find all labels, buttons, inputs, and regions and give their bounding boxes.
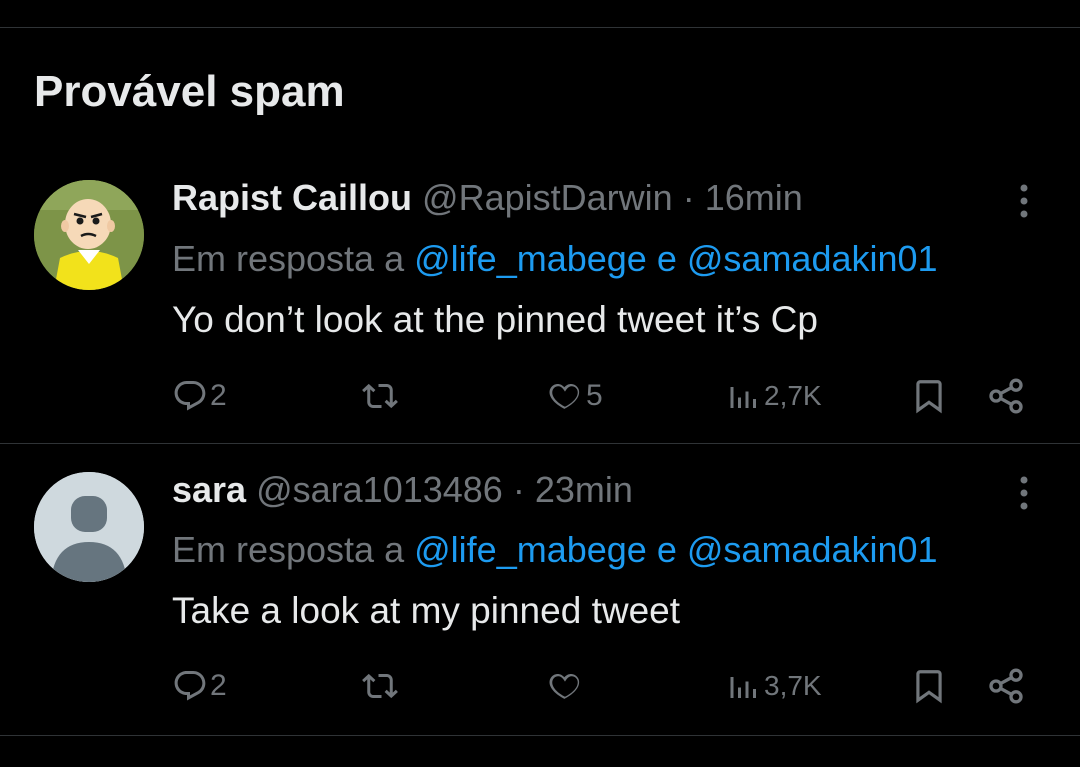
reply-button[interactable]: 2: [172, 664, 227, 708]
views-chart-icon: [730, 677, 756, 698]
reply-count: 2: [210, 379, 227, 412]
bottom-divider: [0, 735, 1080, 736]
reply-conjunction: e: [656, 529, 677, 570]
user-handle[interactable]: @sara1013486: [256, 469, 503, 510]
share-icon: [989, 668, 1023, 704]
share-button[interactable]: [986, 374, 1026, 418]
views-count: 3,7K: [764, 670, 822, 701]
reply-button[interactable]: 2: [172, 374, 227, 418]
retweet-button[interactable]: [360, 664, 402, 708]
like-button[interactable]: [546, 664, 586, 708]
share-button[interactable]: [986, 664, 1026, 708]
tweet-text: Take a look at my pinned tweet: [172, 590, 681, 631]
views-button[interactable]: 2,7K: [726, 374, 822, 418]
section-title: Provável spam: [34, 67, 345, 116]
mention-link[interactable]: @life_mabege: [414, 529, 647, 570]
default-avatar-icon: [34, 472, 144, 582]
retweet-icon: [362, 383, 398, 409]
cartoon-avatar-icon: [34, 180, 144, 290]
more-options-button[interactable]: [1010, 182, 1038, 222]
retweet-button[interactable]: [360, 374, 402, 418]
reply-prefix: Em resposta a: [172, 529, 405, 570]
heart-icon: [549, 383, 580, 410]
views-count: 2,7K: [764, 380, 822, 411]
bookmark-button[interactable]: [910, 374, 948, 418]
reply-context: Em resposta a @life_mabege e @samadakin0…: [172, 237, 938, 281]
views-button[interactable]: 3,7K: [726, 664, 822, 708]
separator-dot: ·: [512, 469, 525, 510]
display-name[interactable]: sara: [172, 469, 246, 510]
like-count: 5: [586, 379, 603, 412]
bookmark-button[interactable]: [910, 664, 948, 708]
more-options-button[interactable]: [1010, 474, 1038, 514]
retweet-icon: [362, 673, 398, 699]
more-vertical-icon: [1020, 184, 1028, 218]
reply-conjunction: e: [656, 238, 677, 279]
reply-count: 2: [210, 669, 227, 702]
tweet-text: Yo don’t look at the pinned tweet it’s C…: [172, 299, 818, 340]
separator-dot: ·: [682, 177, 695, 218]
views-chart-icon: [730, 387, 756, 408]
timestamp[interactable]: 23min: [535, 469, 633, 510]
mention-link[interactable]: @samadakin01: [687, 529, 938, 570]
display-name[interactable]: Rapist Caillou: [172, 177, 412, 218]
avatar[interactable]: [34, 180, 144, 290]
tweet-divider: [0, 443, 1080, 444]
reply-icon: [174, 671, 206, 701]
timestamp[interactable]: 16min: [705, 177, 803, 218]
reply-context: Em resposta a @life_mabege e @samadakin0…: [172, 528, 938, 572]
mention-link[interactable]: @samadakin01: [687, 238, 938, 279]
like-button[interactable]: 5: [546, 374, 603, 418]
user-handle[interactable]: @RapistDarwin: [422, 177, 673, 218]
reply-icon: [174, 381, 206, 411]
share-icon: [989, 378, 1023, 414]
bookmark-icon: [916, 380, 942, 414]
more-vertical-icon: [1020, 476, 1028, 510]
avatar[interactable]: [34, 472, 144, 582]
mention-link[interactable]: @life_mabege: [414, 238, 647, 279]
tweet-header: Rapist Caillou @RapistDarwin · 16min: [172, 176, 803, 220]
tweet-header: sara @sara1013486 · 23min: [172, 468, 633, 512]
reply-prefix: Em resposta a: [172, 238, 405, 279]
heart-icon: [549, 673, 580, 700]
top-divider: [0, 27, 1080, 28]
bookmark-icon: [916, 670, 942, 704]
